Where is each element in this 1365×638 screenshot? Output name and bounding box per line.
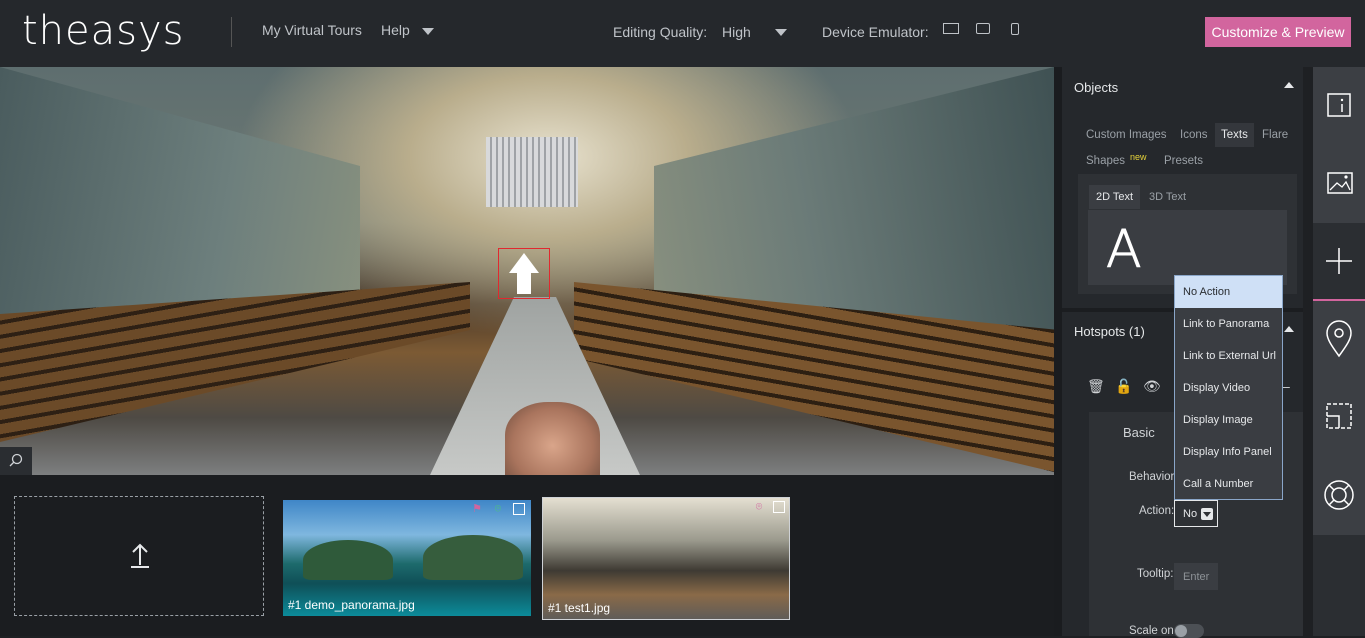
trash-icon[interactable]: 🗑 <box>1087 378 1105 395</box>
tablet-icon[interactable] <box>976 23 990 34</box>
hotspots-title[interactable]: Hotspots (1) <box>1074 324 1145 339</box>
behavior-label: Behavior <box>1129 471 1175 483</box>
objects-title[interactable]: Objects <box>1074 80 1118 95</box>
eye-icon[interactable]: 👁 <box>1143 378 1161 395</box>
phone-icon[interactable] <box>1011 23 1019 35</box>
nav-help[interactable]: Help <box>381 22 410 38</box>
rail-image-button[interactable] <box>1313 145 1365 223</box>
device-emulator-label: Device Emulator: <box>822 24 929 40</box>
pano-organ <box>486 137 578 207</box>
dropdown-option-display-video[interactable]: Display Video <box>1175 372 1282 404</box>
editing-quality-value[interactable]: High <box>722 24 751 40</box>
basic-section-title[interactable]: Basic <box>1123 425 1155 440</box>
thumb-island <box>303 540 393 580</box>
logo[interactable]: theasys <box>22 8 185 54</box>
tab-icons[interactable]: Icons <box>1180 129 1208 141</box>
tab-presets[interactable]: Presets <box>1164 155 1203 167</box>
rail-info-button[interactable] <box>1313 67 1365 145</box>
tab-custom-images[interactable]: Custom Images <box>1086 129 1167 141</box>
rail-floorplan-button[interactable] <box>1313 379 1365 457</box>
dropdown-option-link-to-panorama[interactable]: Link to Panorama <box>1175 308 1282 340</box>
new-badge: new <box>1130 152 1147 162</box>
map-pin-icon <box>1326 320 1352 358</box>
thumbnail-label: #1 test1.jpg <box>548 601 611 615</box>
nav-my-virtual-tours[interactable]: My Virtual Tours <box>262 22 362 38</box>
collapse-hotspots-icon[interactable] <box>1284 326 1294 332</box>
panorama-viewer[interactable] <box>0 67 1054 475</box>
tab-shapes[interactable]: Shapes <box>1086 155 1125 167</box>
lock-icon[interactable]: 🔓 <box>1115 378 1132 395</box>
lifebuoy-icon <box>1324 480 1354 510</box>
map-pin-icon[interactable]: ⌾ <box>492 503 504 515</box>
chevron-down-icon <box>1201 508 1213 520</box>
tooltip-input[interactable]: Enter <box>1174 563 1218 590</box>
plus-icon <box>1326 248 1352 274</box>
floorplan-icon <box>1326 403 1352 429</box>
thumbnail-test1[interactable]: ⌾ #1 test1.jpg <box>542 497 790 620</box>
document-icon[interactable] <box>773 501 785 513</box>
customize-preview-button[interactable]: Customize & Preview <box>1205 17 1351 47</box>
thumbnail-demo-panorama[interactable]: ⚑ ⌾ #1 demo_panorama.jpg <box>283 500 531 616</box>
scale-label: Scale on <box>1129 625 1174 637</box>
text-object-glyph[interactable]: A <box>1106 220 1143 281</box>
tab-texts[interactable]: Texts <box>1215 123 1254 147</box>
action-select[interactable]: No <box>1174 500 1218 527</box>
collapse-objects-icon[interactable] <box>1284 82 1294 88</box>
arrow-up-icon-stem <box>517 272 531 294</box>
tab-flare[interactable]: Flare <box>1262 129 1288 141</box>
thumb-island <box>423 535 523 580</box>
dropdown-option-link-to-external-url[interactable]: Link to External Url <box>1175 340 1282 372</box>
desktop-icon[interactable] <box>943 23 959 34</box>
tab-2d-text[interactable]: 2D Text <box>1089 185 1141 209</box>
rail-help-button[interactable] <box>1313 457 1365 535</box>
upload-dropzone[interactable] <box>14 496 264 616</box>
arrow-up-icon[interactable] <box>509 253 539 273</box>
tooltip-label: Tooltip: <box>1137 568 1174 580</box>
thumbnail-label: #1 demo_panorama.jpg <box>288 598 415 612</box>
minus-icon[interactable]: – <box>1282 378 1290 394</box>
panel-resize-handle[interactable] <box>1054 67 1062 636</box>
search-icon <box>9 453 23 467</box>
dropdown-option-display-info-panel[interactable]: Display Info Panel <box>1175 436 1282 468</box>
rail-hotspot-button[interactable] <box>1313 301 1365 379</box>
image-icon <box>1327 172 1353 194</box>
action-select-value: No <box>1183 508 1198 520</box>
dropdown-option-call-a-number[interactable]: Call a Number <box>1175 468 1282 500</box>
info-icon <box>1327 93 1351 117</box>
editing-quality-label: Editing Quality: <box>613 24 708 40</box>
dropdown-option-display-image[interactable]: Display Image <box>1175 404 1282 436</box>
action-label: Action: <box>1139 505 1175 517</box>
rail-add-button[interactable] <box>1313 223 1365 301</box>
tab-3d-text[interactable]: 3D Text <box>1149 191 1186 203</box>
logo-divider <box>231 17 232 47</box>
upload-icon <box>131 543 149 568</box>
zoom-button[interactable] <box>0 447 32 475</box>
flag-icon[interactable]: ⚑ <box>471 503 483 515</box>
map-pin-icon[interactable]: ⌾ <box>753 501 765 513</box>
dropdown-option-no-action[interactable]: No Action <box>1175 276 1282 308</box>
help-chevron-down-icon[interactable] <box>422 28 434 35</box>
document-icon[interactable] <box>513 503 525 515</box>
pano-person <box>505 402 600 475</box>
action-dropdown-menu: No Action Link to Panorama Link to Exter… <box>1174 275 1283 500</box>
quality-chevron-down-icon[interactable] <box>775 29 787 36</box>
